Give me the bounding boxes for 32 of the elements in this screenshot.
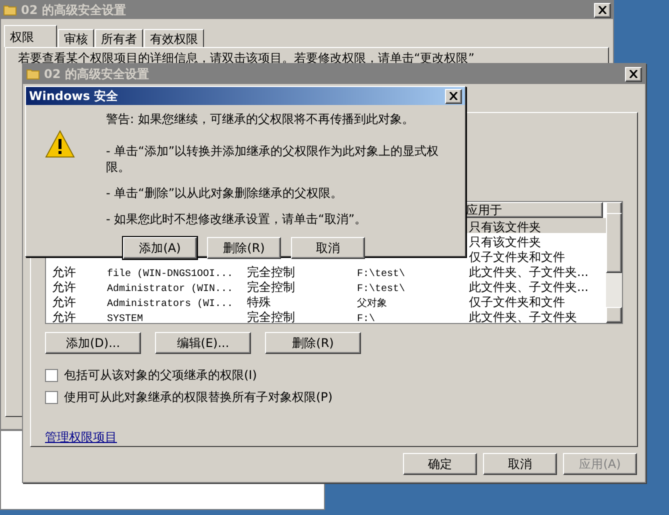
table-cell: 允许: [52, 280, 76, 294]
table-cell: Administrator (WIN...: [107, 284, 234, 294]
table-cell: 仅子文件夹和文件: [469, 294, 565, 308]
dialog-title: Windows 安全: [29, 88, 120, 105]
table-cell: 只有该文件夹: [469, 234, 541, 248]
dialog-message: - 单击“删除”以从此对象删除继承的父权限。: [106, 185, 344, 201]
table-cell: Administrators (WI...: [107, 298, 234, 310]
table-cell: SYSTEM: [107, 314, 144, 324]
window-title: 02 的高级安全设置: [21, 2, 127, 19]
dialog-message: - 如果您此时不想修改继承设置，请单击“取消”。: [106, 211, 368, 227]
table-cell: 仅子文件夹和文件: [469, 250, 565, 264]
window-title: 02 的高级安全设置: [44, 66, 150, 83]
checkbox-label: 使用可从此对象继承的权限替换所有子对象权限(P): [64, 389, 333, 406]
table-cell: F:\test\: [357, 284, 406, 294]
table-cell: 允许: [52, 294, 76, 308]
table-cell: 只有该文件夹: [469, 220, 541, 234]
table-cell: 此文件夹、子文件夹...: [469, 264, 588, 278]
table-cell: 此文件夹、子文件夹...: [469, 280, 588, 294]
checkbox-label: 包括可从该对象的父项继承的权限(I): [64, 367, 257, 384]
table-cell: F:\: [357, 314, 376, 324]
table-cell: F:\test\: [357, 268, 406, 280]
table-cell: 特殊: [247, 294, 271, 308]
table-cell: 此文件夹、子文件夹: [469, 310, 577, 324]
table-cell: 父对象: [357, 298, 387, 310]
dialog-message: - 单击“添加”以转换并添加继承的父权限作为此对象上的显式权限。: [106, 143, 440, 175]
table-cell: file (WIN-DNGS1OOI...: [107, 268, 234, 280]
table-cell: 完全控制: [247, 264, 295, 278]
table-cell: 完全控制: [247, 280, 295, 294]
table-cell: 允许: [52, 310, 76, 324]
dialog-message: 警告: 如果您继续，可继承的父权限将不再传播到此对象。: [106, 111, 415, 127]
table-cell: 完全控制: [247, 310, 295, 324]
table-cell: 允许: [52, 264, 76, 278]
